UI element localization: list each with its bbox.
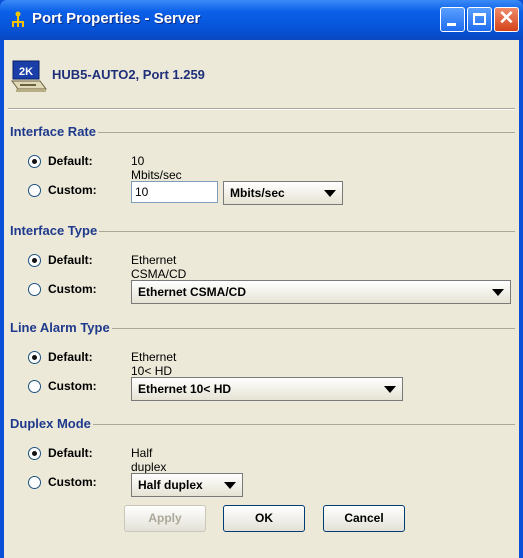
maximize-icon <box>473 13 486 25</box>
interface-type-group: Interface Type Default: Ethernet CSMA/CD… <box>10 223 515 304</box>
interface-type-title: Interface Type <box>10 223 100 238</box>
interface-type-dropdown-value: Ethernet CSMA/CD <box>138 285 247 299</box>
interface-type-custom-radio[interactable] <box>28 283 41 296</box>
line-alarm-type-title: Line Alarm Type <box>10 320 112 335</box>
interface-rate-unit-value: Mbits/sec <box>230 186 285 200</box>
line-alarm-type-group: Line Alarm Type Default: Ethernet 10< HD… <box>10 320 515 401</box>
interface-rate-custom-radio[interactable] <box>28 184 41 197</box>
line-alarm-default-radio[interactable] <box>28 351 41 364</box>
interface-rate-group: Interface Rate Default: 10 Mbits/sec Cus… <box>10 124 515 205</box>
duplex-default-label[interactable]: Default: <box>48 446 93 460</box>
port-properties-window: Port Properties - Server ✕ 2K HUB5-AUTO2… <box>0 0 523 558</box>
duplex-custom-radio[interactable] <box>28 476 41 489</box>
duplex-mode-dropdown[interactable]: Half duplex <box>131 473 243 497</box>
line-alarm-default-value: Ethernet 10< HD <box>131 350 177 378</box>
line-alarm-custom-label[interactable]: Custom: <box>48 379 97 393</box>
maximize-button[interactable] <box>467 7 492 32</box>
close-button[interactable]: ✕ <box>494 7 519 32</box>
interface-type-default-label[interactable]: Default: <box>48 253 93 267</box>
interface-rate-title: Interface Rate <box>10 124 98 139</box>
line-alarm-custom-radio[interactable] <box>28 380 41 393</box>
duplex-custom-label[interactable]: Custom: <box>48 475 97 489</box>
interface-rate-custom-input[interactable]: 10 <box>131 181 218 203</box>
hub-device-icon: 2K <box>11 60 47 92</box>
interface-rate-unit-dropdown[interactable]: Mbits/sec <box>223 181 343 205</box>
chevron-down-icon <box>384 386 396 393</box>
minimize-button[interactable] <box>440 7 465 32</box>
duplex-default-radio[interactable] <box>28 447 41 460</box>
duplex-mode-dropdown-value: Half duplex <box>138 478 203 492</box>
chevron-down-icon <box>224 482 236 489</box>
header-divider <box>8 108 515 110</box>
interface-type-custom-label[interactable]: Custom: <box>48 282 97 296</box>
ok-button[interactable]: OK <box>223 505 305 532</box>
apply-button[interactable]: Apply <box>124 505 206 532</box>
chevron-down-icon <box>492 289 504 296</box>
interface-rate-default-label[interactable]: Default: <box>48 154 93 168</box>
interface-rate-default-value: 10 Mbits/sec <box>131 154 182 182</box>
minimize-icon <box>447 23 456 26</box>
device-port-label: HUB5-AUTO2, Port 1.259 <box>52 67 205 82</box>
interface-type-dropdown[interactable]: Ethernet CSMA/CD <box>131 280 511 304</box>
line-alarm-dropdown-value: Ethernet 10< HD <box>138 382 232 396</box>
line-alarm-default-label[interactable]: Default: <box>48 350 93 364</box>
network-icon <box>12 11 24 27</box>
duplex-mode-group: Duplex Mode Default: Half duplex Custom:… <box>10 416 515 497</box>
dialog-body: 2K HUB5-AUTO2, Port 1.259 Interface Rate… <box>4 40 519 558</box>
icon-badge: 2K <box>19 66 33 78</box>
interface-type-default-radio[interactable] <box>28 254 41 267</box>
cancel-button[interactable]: Cancel <box>323 505 405 532</box>
close-icon: ✕ <box>498 8 515 29</box>
window-title: Port Properties - Server <box>32 10 201 27</box>
chevron-down-icon <box>324 190 336 197</box>
duplex-default-value: Half duplex <box>131 446 167 474</box>
interface-type-default-value: Ethernet CSMA/CD <box>131 253 187 281</box>
interface-rate-custom-label[interactable]: Custom: <box>48 183 97 197</box>
title-bar[interactable]: Port Properties - Server ✕ <box>0 0 523 40</box>
line-alarm-dropdown[interactable]: Ethernet 10< HD <box>131 377 403 401</box>
interface-rate-default-radio[interactable] <box>28 155 41 168</box>
duplex-mode-title: Duplex Mode <box>10 416 93 431</box>
